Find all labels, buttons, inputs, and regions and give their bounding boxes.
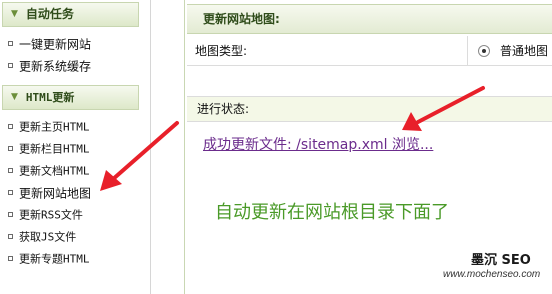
bullet-icon bbox=[8, 168, 13, 173]
sidebar-item-update-documents[interactable]: 更新文档HTML bbox=[8, 162, 90, 180]
sidebar-item-update-cache[interactable]: 更新系统缓存 bbox=[8, 57, 91, 75]
sidebar-item-label: 更新RSS文件 bbox=[19, 208, 83, 222]
section-title: HTML更新 bbox=[25, 91, 75, 104]
section-title: 自动任务 bbox=[25, 7, 74, 21]
watermark-url: www.mochenseo.com bbox=[443, 269, 541, 280]
sidebar-item-label: 更新文档HTML bbox=[19, 164, 90, 178]
sidebar-item-label: 一键更新网站 bbox=[19, 37, 92, 52]
bullet-icon bbox=[8, 63, 13, 68]
sidebar-item-update-sitemap[interactable]: 更新网站地图 bbox=[8, 184, 91, 202]
bullet-icon bbox=[8, 41, 13, 46]
sidebar: ▼ 自动任务 一键更新网站 更新系统缓存 ▼ HTML更新 更新主页HTML 更新栏… bbox=[0, 0, 146, 294]
sidebar-item-label: 更新网站地图 bbox=[19, 186, 92, 201]
sidebar-item-update-columns[interactable]: 更新栏目HTML bbox=[8, 140, 90, 158]
watermark-title: 墨沉 SEO bbox=[471, 253, 531, 268]
sidebar-item-label: 获取JS文件 bbox=[19, 230, 77, 244]
annotation-note: 自动更新在网站根目录下面了 bbox=[215, 202, 449, 223]
sidebar-item-label: 更新专题HTML bbox=[19, 252, 90, 266]
bullet-icon bbox=[8, 234, 13, 239]
sidebar-item-update-rss[interactable]: 更新RSS文件 bbox=[8, 206, 83, 224]
row-divider bbox=[467, 36, 468, 66]
collapse-triangle-icon: ▼ bbox=[11, 9, 18, 19]
divider-line bbox=[150, 0, 151, 294]
bullet-icon bbox=[8, 124, 13, 129]
map-type-radio[interactable] bbox=[478, 45, 490, 57]
map-type-option-label[interactable]: 普通地图 bbox=[500, 36, 548, 66]
map-type-label: 地图类型: bbox=[195, 44, 248, 58]
bullet-icon bbox=[8, 190, 13, 195]
divider-line bbox=[184, 0, 185, 294]
page-title: 更新网站地图: bbox=[187, 4, 552, 34]
sidebar-section-auto-tasks[interactable]: ▼ 自动任务 bbox=[2, 2, 139, 27]
frame-divider[interactable] bbox=[146, 0, 186, 294]
status-label: 进行状态: bbox=[187, 96, 552, 122]
bullet-icon bbox=[8, 146, 13, 151]
sidebar-item-update-homepage[interactable]: 更新主页HTML bbox=[8, 118, 90, 136]
bullet-icon bbox=[8, 256, 13, 261]
collapse-triangle-icon: ▼ bbox=[11, 92, 18, 102]
sidebar-item-label: 更新栏目HTML bbox=[19, 142, 90, 156]
map-type-row: 地图类型: 普通地图 bbox=[187, 36, 552, 66]
bullet-icon bbox=[8, 212, 13, 217]
sidebar-item-label: 更新主页HTML bbox=[19, 120, 90, 134]
sidebar-item-get-js[interactable]: 获取JS文件 bbox=[8, 228, 76, 246]
sidebar-item-update-site[interactable]: 一键更新网站 bbox=[8, 35, 91, 53]
sidebar-item-update-topics[interactable]: 更新专题HTML bbox=[8, 250, 90, 268]
sidebar-section-html-update[interactable]: ▼ HTML更新 bbox=[2, 85, 139, 110]
sidebar-item-label: 更新系统缓存 bbox=[19, 59, 92, 74]
sitemap-result-link[interactable]: 成功更新文件: /sitemap.xml 浏览... bbox=[203, 134, 433, 154]
